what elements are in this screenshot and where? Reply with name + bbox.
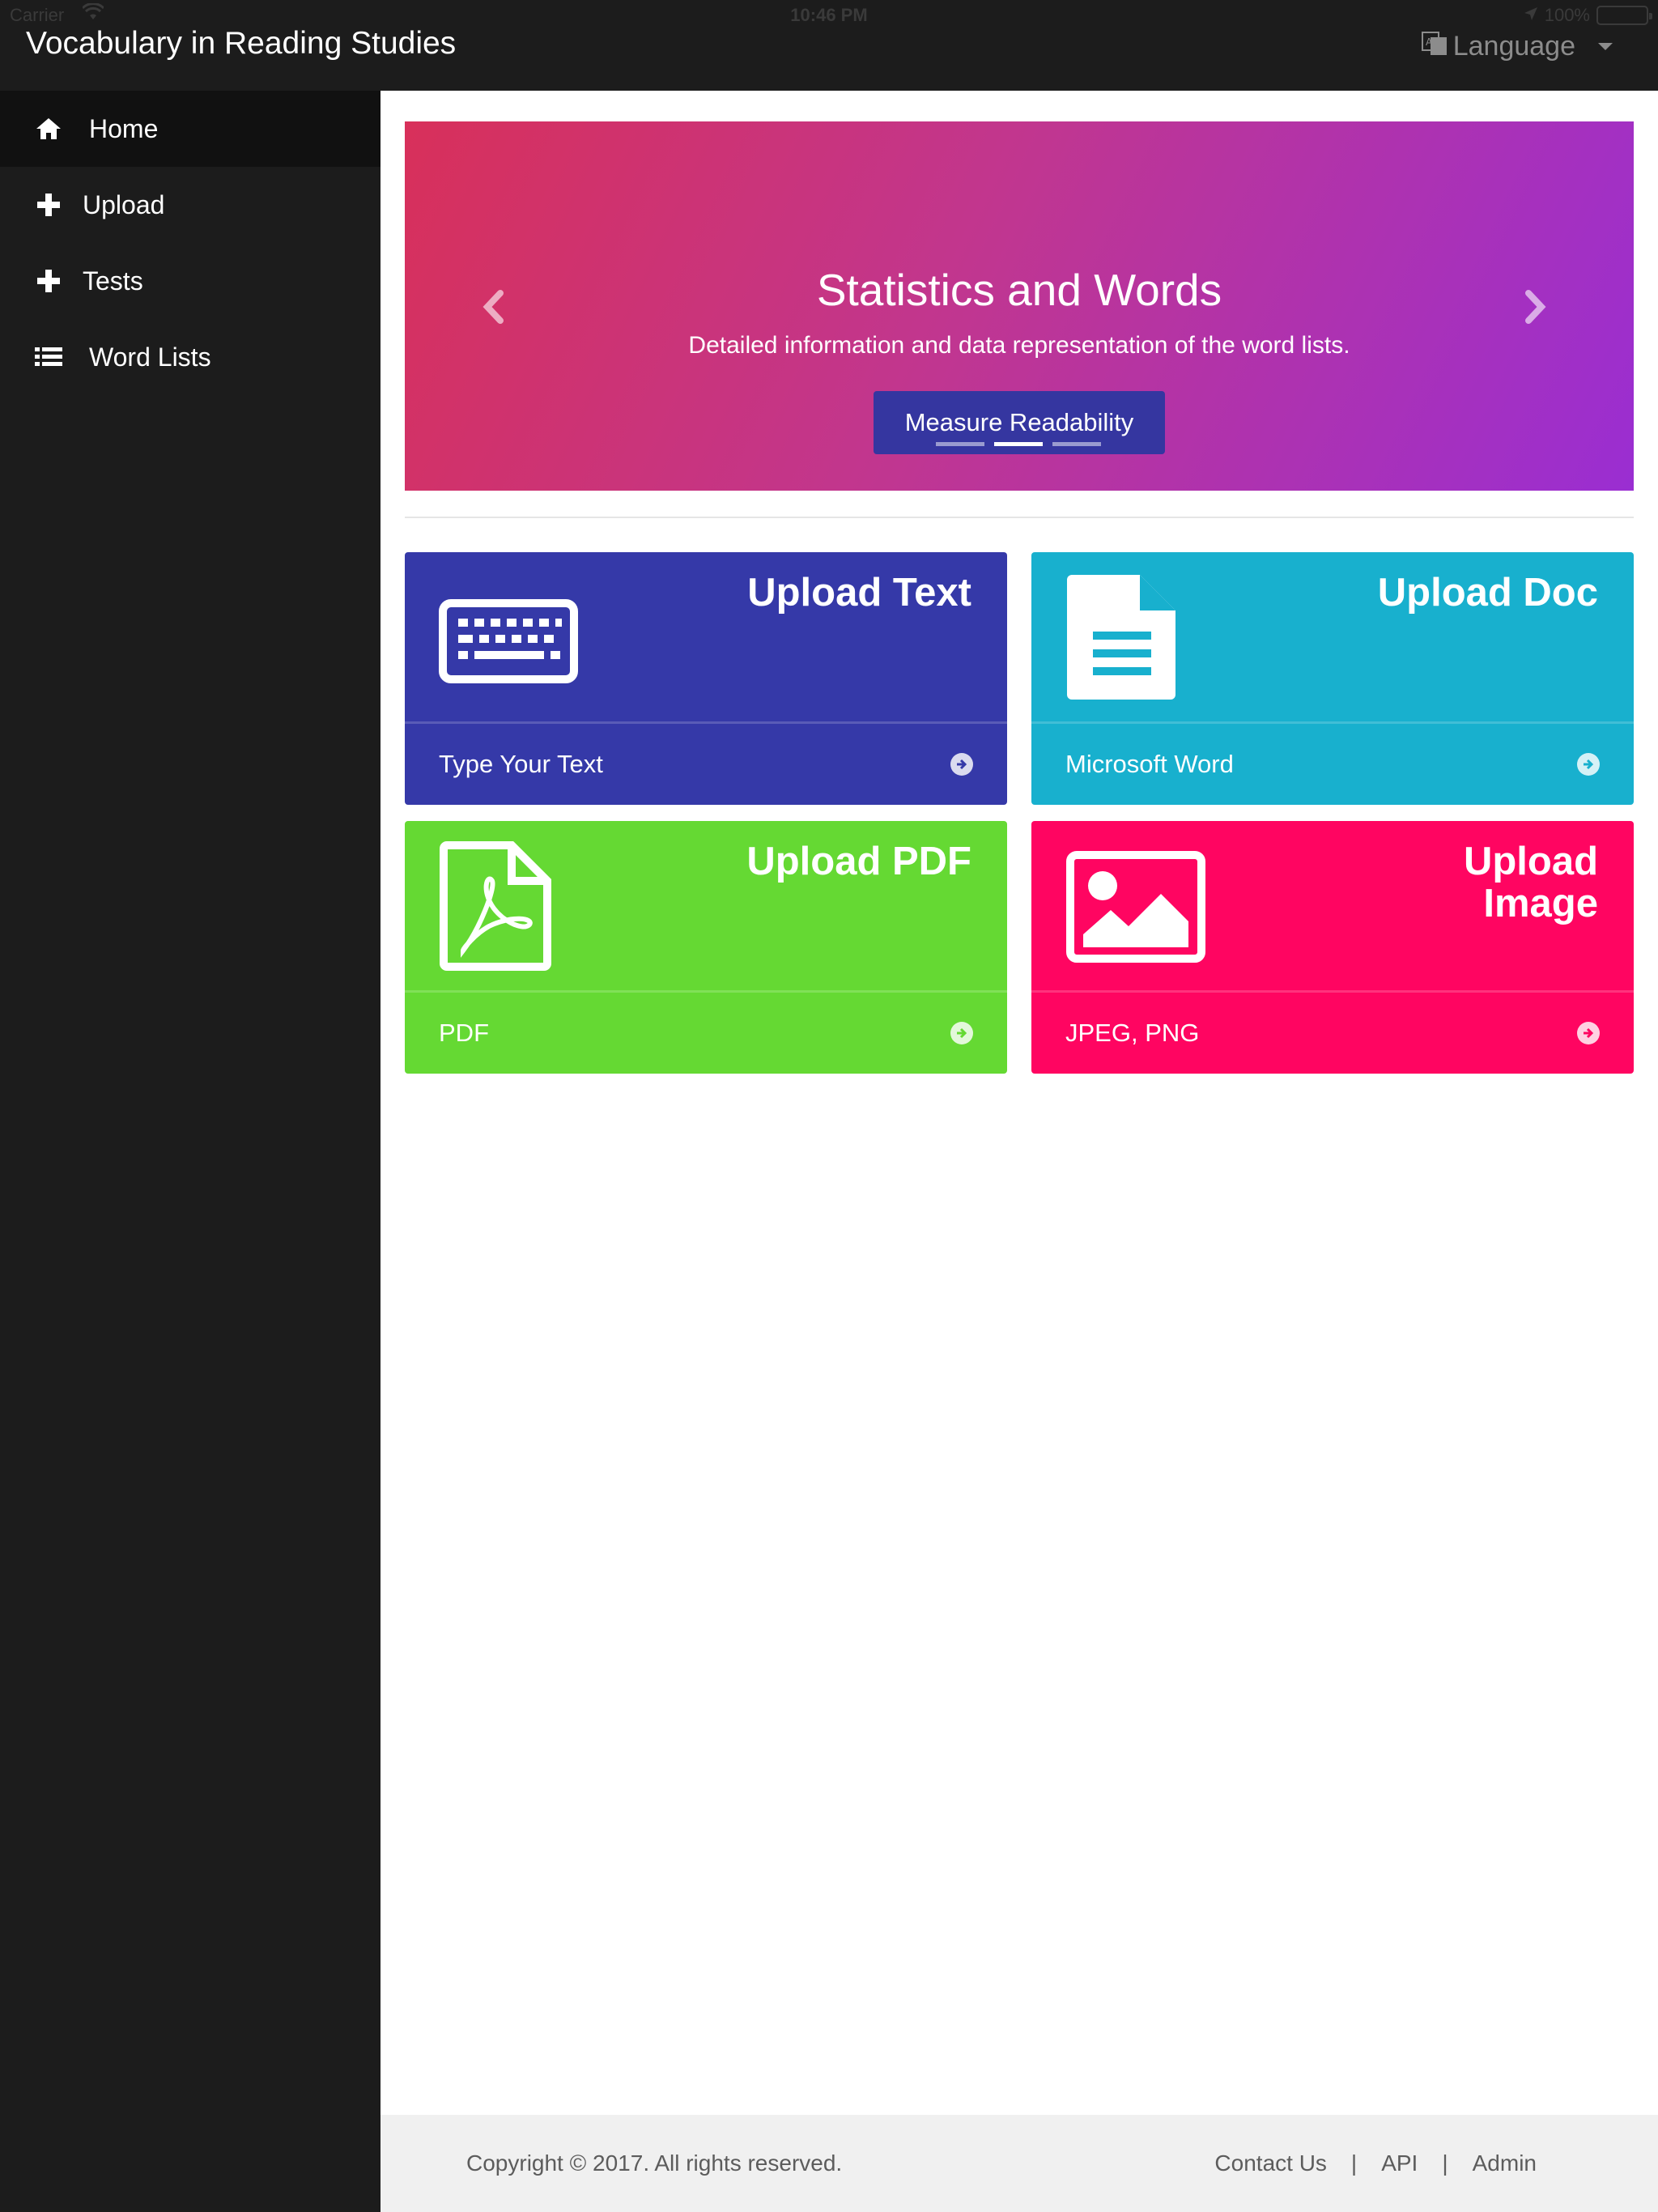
carousel-next-button[interactable] — [1519, 287, 1551, 327]
tile-heading: Upload Text — [747, 571, 971, 615]
document-icon — [1065, 572, 1179, 707]
tile-heading: Upload Doc — [1377, 571, 1598, 615]
sidebar-item-upload[interactable]: Upload — [0, 167, 380, 243]
tile-footer-label: PDF — [439, 1019, 489, 1047]
carousel-indicator[interactable] — [994, 442, 1043, 446]
clock: 10:46 PM — [790, 5, 868, 25]
footer: Copyright © 2017. All rights reserved. C… — [380, 2115, 1658, 2212]
battery-icon — [1596, 6, 1652, 25]
plus-icon — [32, 265, 65, 297]
tile-heading: Upload Image — [1464, 840, 1598, 925]
sidebar-item-word-lists[interactable]: Word Lists — [0, 319, 380, 395]
sidebar-item-label: Word Lists — [89, 342, 211, 372]
upload-image-tile[interactable]: Upload Image JPEG, PNG — [1031, 821, 1634, 1074]
sidebar-item-label: Upload — [83, 189, 165, 219]
link-separator: | — [1442, 2150, 1448, 2176]
list-icon — [32, 341, 65, 373]
carousel-indicators — [936, 442, 1101, 446]
api-link[interactable]: API — [1381, 2150, 1418, 2176]
image-icon — [1065, 850, 1206, 968]
tile-footer-label: Type Your Text — [439, 750, 603, 778]
keyboard-icon — [439, 599, 578, 687]
upload-doc-tile[interactable]: Upload Doc Microsoft Word — [1031, 552, 1634, 805]
sidebar-item-label: Home — [89, 113, 159, 143]
admin-link[interactable]: Admin — [1473, 2150, 1537, 2176]
carousel-indicator[interactable] — [1052, 442, 1101, 446]
pdf-icon — [439, 840, 552, 976]
arrow-circle-right-icon — [950, 753, 973, 776]
arrow-circle-right-icon — [1577, 1022, 1600, 1044]
tile-heading-line: Image — [1483, 882, 1598, 925]
battery-percent: 100% — [1544, 5, 1590, 25]
upload-text-tile[interactable]: Upload Text Type Your Text — [405, 552, 1007, 805]
sidebar-item-tests[interactable]: Tests — [0, 243, 380, 319]
carousel-subtitle: Detailed information and data representa… — [688, 332, 1350, 359]
location-icon — [1524, 5, 1538, 26]
top-bar: Carrier 10:46 PM 100% Vocabulary in Read… — [0, 0, 1658, 91]
footer-links: Contact Us | API | Admin — [1214, 2150, 1537, 2176]
upload-pdf-tile[interactable]: Upload PDF PDF — [405, 821, 1007, 1074]
language-label: Language — [1452, 31, 1575, 62]
svg-text:A: A — [1426, 36, 1433, 48]
translate-icon: A — [1421, 29, 1448, 64]
link-separator: | — [1350, 2150, 1358, 2176]
chevron-down-icon — [1598, 43, 1613, 50]
arrow-circle-right-icon — [950, 1022, 973, 1044]
divider — [405, 517, 1634, 518]
sidebar: Home Upload Tests Word Lists — [0, 91, 380, 2212]
app-title: Vocabulary in Reading Studies — [26, 26, 457, 61]
tile-heading: Upload PDF — [746, 840, 971, 883]
copyright-text: Copyright © 2017. All rights reserved. — [466, 2150, 843, 2176]
home-icon — [32, 113, 65, 145]
tile-footer-label: JPEG, PNG — [1065, 1019, 1200, 1047]
carousel-indicator[interactable] — [936, 442, 984, 446]
sidebar-item-label: Tests — [83, 266, 143, 296]
tile-footer-label: Microsoft Word — [1065, 750, 1234, 778]
contact-us-link[interactable]: Contact Us — [1214, 2150, 1327, 2176]
carousel-title: Statistics and Words — [816, 265, 1222, 315]
hero-carousel: Statistics and Words Detailed informatio… — [405, 121, 1634, 491]
language-dropdown[interactable]: A Language — [1421, 29, 1613, 64]
tile-heading-line: Upload — [1463, 840, 1598, 883]
plus-icon — [32, 189, 65, 221]
sidebar-item-home[interactable]: Home — [0, 91, 380, 167]
arrow-circle-right-icon — [1577, 753, 1600, 776]
